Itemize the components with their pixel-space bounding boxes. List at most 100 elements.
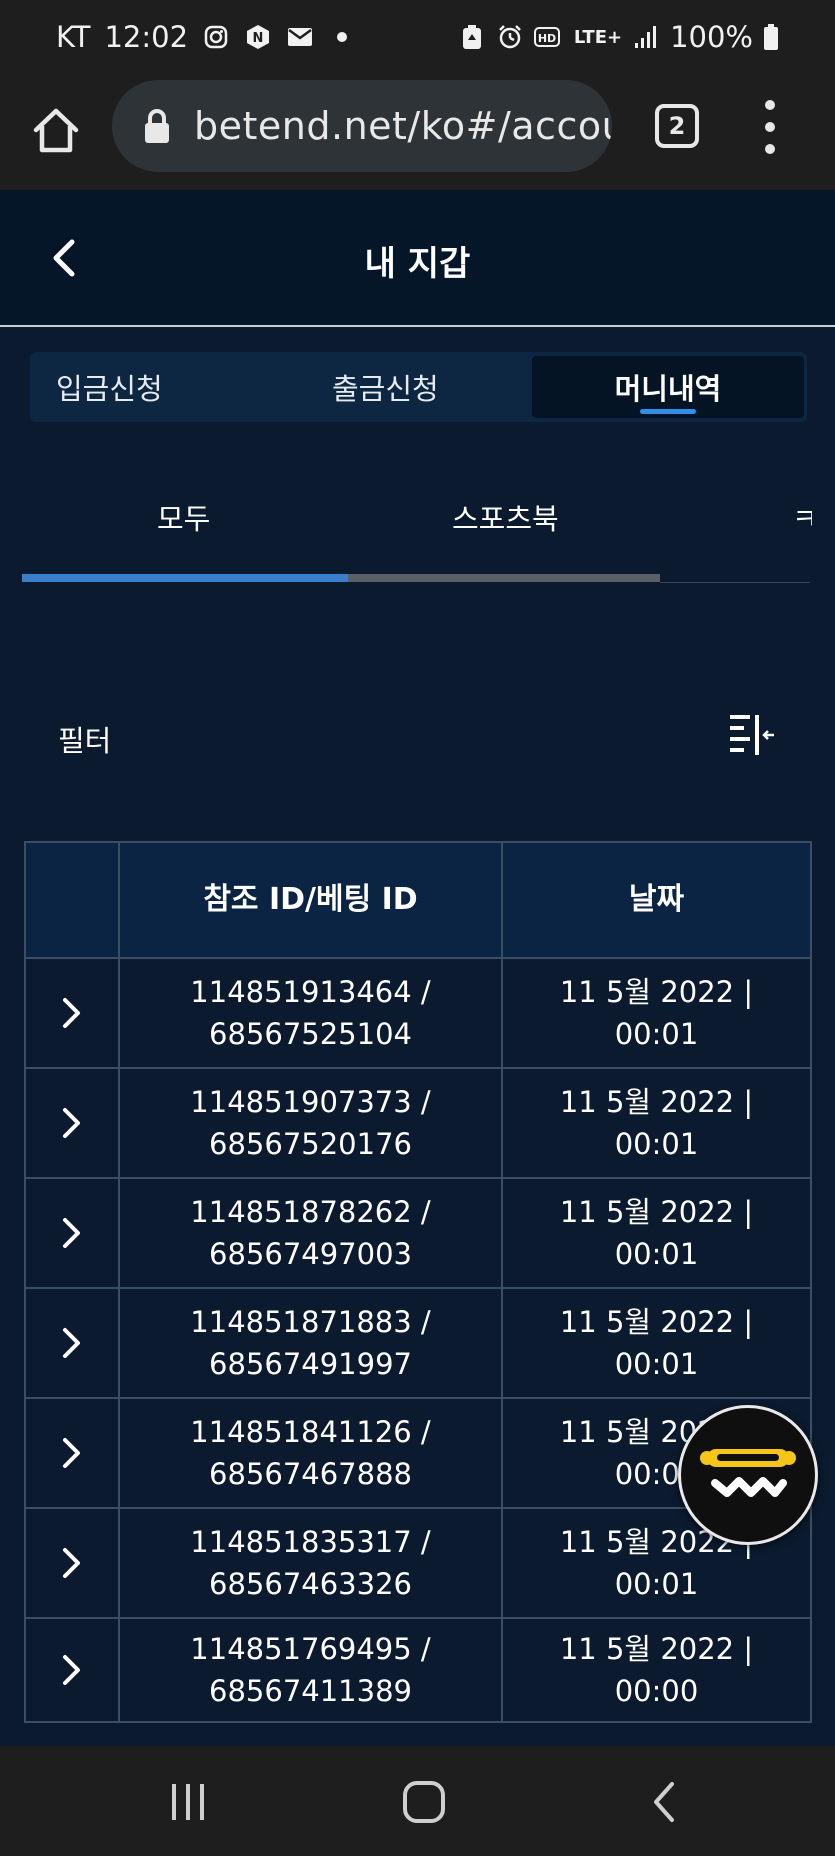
menu-dot [765,144,775,154]
signal-icon [632,23,660,51]
bet-id: 68567520176 [209,1127,412,1161]
money-history-table: 참조 ID/베팅 ID 날짜 114851913464 / 68567525104… [24,841,812,1723]
menu-dot [765,100,775,110]
tab-switcher-button[interactable]: 2 [655,104,699,148]
date-cell: 11 5월 2022 | 00:01 [501,1069,810,1177]
subtab-active-indicator [22,574,348,582]
chat-mascot-icon [700,1449,796,1497]
url-text: betend.net/ko#/accou [194,104,612,148]
mail-icon [286,23,314,51]
home-icon [33,108,79,153]
ref-id: 114851871883 / [190,1305,431,1339]
divider [660,582,810,583]
table-row: 114851907373 / 68567520176 11 5월 2022 | 00… [26,1067,810,1177]
recent-apps-button[interactable] [162,1776,214,1828]
table-row: 114851878262 / 68567497003 11 5월 2022 | 00… [26,1177,810,1287]
row-expand-button[interactable] [26,1509,118,1617]
date: 11 5월 2022 | [559,1195,754,1229]
ref-id: 114851878262 / [190,1195,431,1229]
battery-percent: 100% [670,20,753,54]
chevron-right-icon [63,1108,80,1138]
row-expand-button[interactable] [26,959,118,1067]
battery-icon [763,23,779,51]
chevron-right-icon [63,1548,80,1578]
ref-id-cell: 114851769495 / 68567411389 [118,1619,501,1721]
active-tab-indicator [640,409,696,414]
browser-home-button[interactable] [30,104,82,156]
column-header-expand [26,843,118,957]
back-arrow-icon [654,1782,674,1822]
filter-label[interactable]: 필터 [58,718,111,760]
bet-id: 68567491997 [209,1347,412,1381]
date-cell: 11 5월 2022 | 00:00 [501,1619,810,1721]
bet-id: 68567467888 [209,1457,412,1491]
ref-id-cell: 114851907373 / 68567520176 [118,1069,501,1177]
home-square-icon [403,1781,445,1823]
system-back-button[interactable] [638,1776,690,1828]
chevron-right-icon [63,1328,80,1358]
table-row: 114851871883 / 68567491997 11 5월 2022 | 00… [26,1287,810,1397]
naver-icon: N [244,23,272,51]
bet-id: 68567463326 [209,1567,412,1601]
browser-menu-button[interactable] [758,100,782,154]
filter-toggle-button[interactable] [728,713,778,757]
history-filter-tabs: 모두 스포츠북 ㅋ [22,480,812,584]
tab-deposit[interactable]: 입금신청 [56,352,163,422]
date: 11 5월 2022 | [559,1305,754,1339]
ref-id: 114851769495 / [190,1632,431,1666]
hd-icon: HD [533,23,564,51]
chevron-right-icon [63,998,80,1028]
date-cell: 11 5월 2022 | 00:01 [501,959,810,1067]
subtab-all[interactable]: 모두 [157,496,210,538]
row-expand-button[interactable] [26,1619,118,1721]
tab-money-history-label: 머니내역 [614,372,722,406]
time: 00:01 [614,1567,699,1601]
column-header-ref-id: 참조 ID/베팅 ID [118,843,501,957]
ref-id-cell: 114851913464 / 68567525104 [118,959,501,1067]
table-row: 114851913464 / 68567525104 11 5월 2022 | 00… [26,957,810,1067]
row-expand-button[interactable] [26,1289,118,1397]
row-expand-button[interactable] [26,1399,118,1507]
address-bar[interactable]: betend.net/ko#/accou [112,80,612,172]
date-cell: 11 5월 2022 | 00:01 [501,1179,810,1287]
subtab-casino-partial[interactable]: ㅋ [792,496,812,538]
page-title: 내 지갑 [364,244,471,284]
row-expand-button[interactable] [26,1069,118,1177]
bet-id: 68567411389 [209,1674,412,1708]
chevron-right-icon [63,1655,80,1685]
ref-id-cell: 114851835317 / 68567463326 [118,1509,501,1617]
ref-id-cell: 114851841126 / 68567467888 [118,1399,501,1507]
time: 00:00 [614,1674,699,1708]
svg-text:N: N [253,31,264,46]
wallet-tabs: 입금신청 출금신청 머니내역 [30,352,807,422]
menu-dot [765,122,775,132]
row-expand-button[interactable] [26,1179,118,1287]
floating-chat-button[interactable] [678,1405,818,1545]
recent-apps-icon [172,1784,204,1820]
dot-icon [328,23,356,51]
browser-toolbar: betend.net/ko#/accou 2 [0,74,835,190]
status-left: KT 12:02 N [56,20,356,54]
time: 00:01 [614,1237,699,1271]
date: 11 5월 2022 | [559,1085,754,1119]
ref-id: 114851907373 / [190,1085,431,1119]
recycle-icon [458,23,486,51]
time: 00:01 [614,1127,699,1161]
clock: 12:02 [104,20,189,54]
date: 11 5월 2022 | [559,975,754,1009]
ref-id-cell: 114851878262 / 68567497003 [118,1179,501,1287]
table-row: 114851835317 /68567463326 11 5월 2022 | 00… [26,1507,810,1617]
date-cell: 11 5월 2022 | 00:01 [501,1289,810,1397]
time: 00:01 [614,1017,699,1051]
ref-id-cell: 114851871883 / 68567491997 [118,1289,501,1397]
status-right: HD LTE+ 100% [458,20,779,54]
table-row: 114851769495 / 68567411389 11 5월 2022 | 00… [26,1617,810,1721]
bet-id: 68567497003 [209,1237,412,1271]
tab-money-history[interactable]: 머니내역 [532,356,804,418]
system-home-button[interactable] [398,1776,450,1828]
date: 11 5월 2022 | [559,1632,754,1666]
tab-withdraw[interactable]: 출금신청 [332,352,439,422]
table-header-row: 참조 ID/베팅 ID 날짜 [26,843,810,957]
filter-icon [730,715,774,755]
subtab-sportsbook[interactable]: 스포츠북 [452,496,559,538]
